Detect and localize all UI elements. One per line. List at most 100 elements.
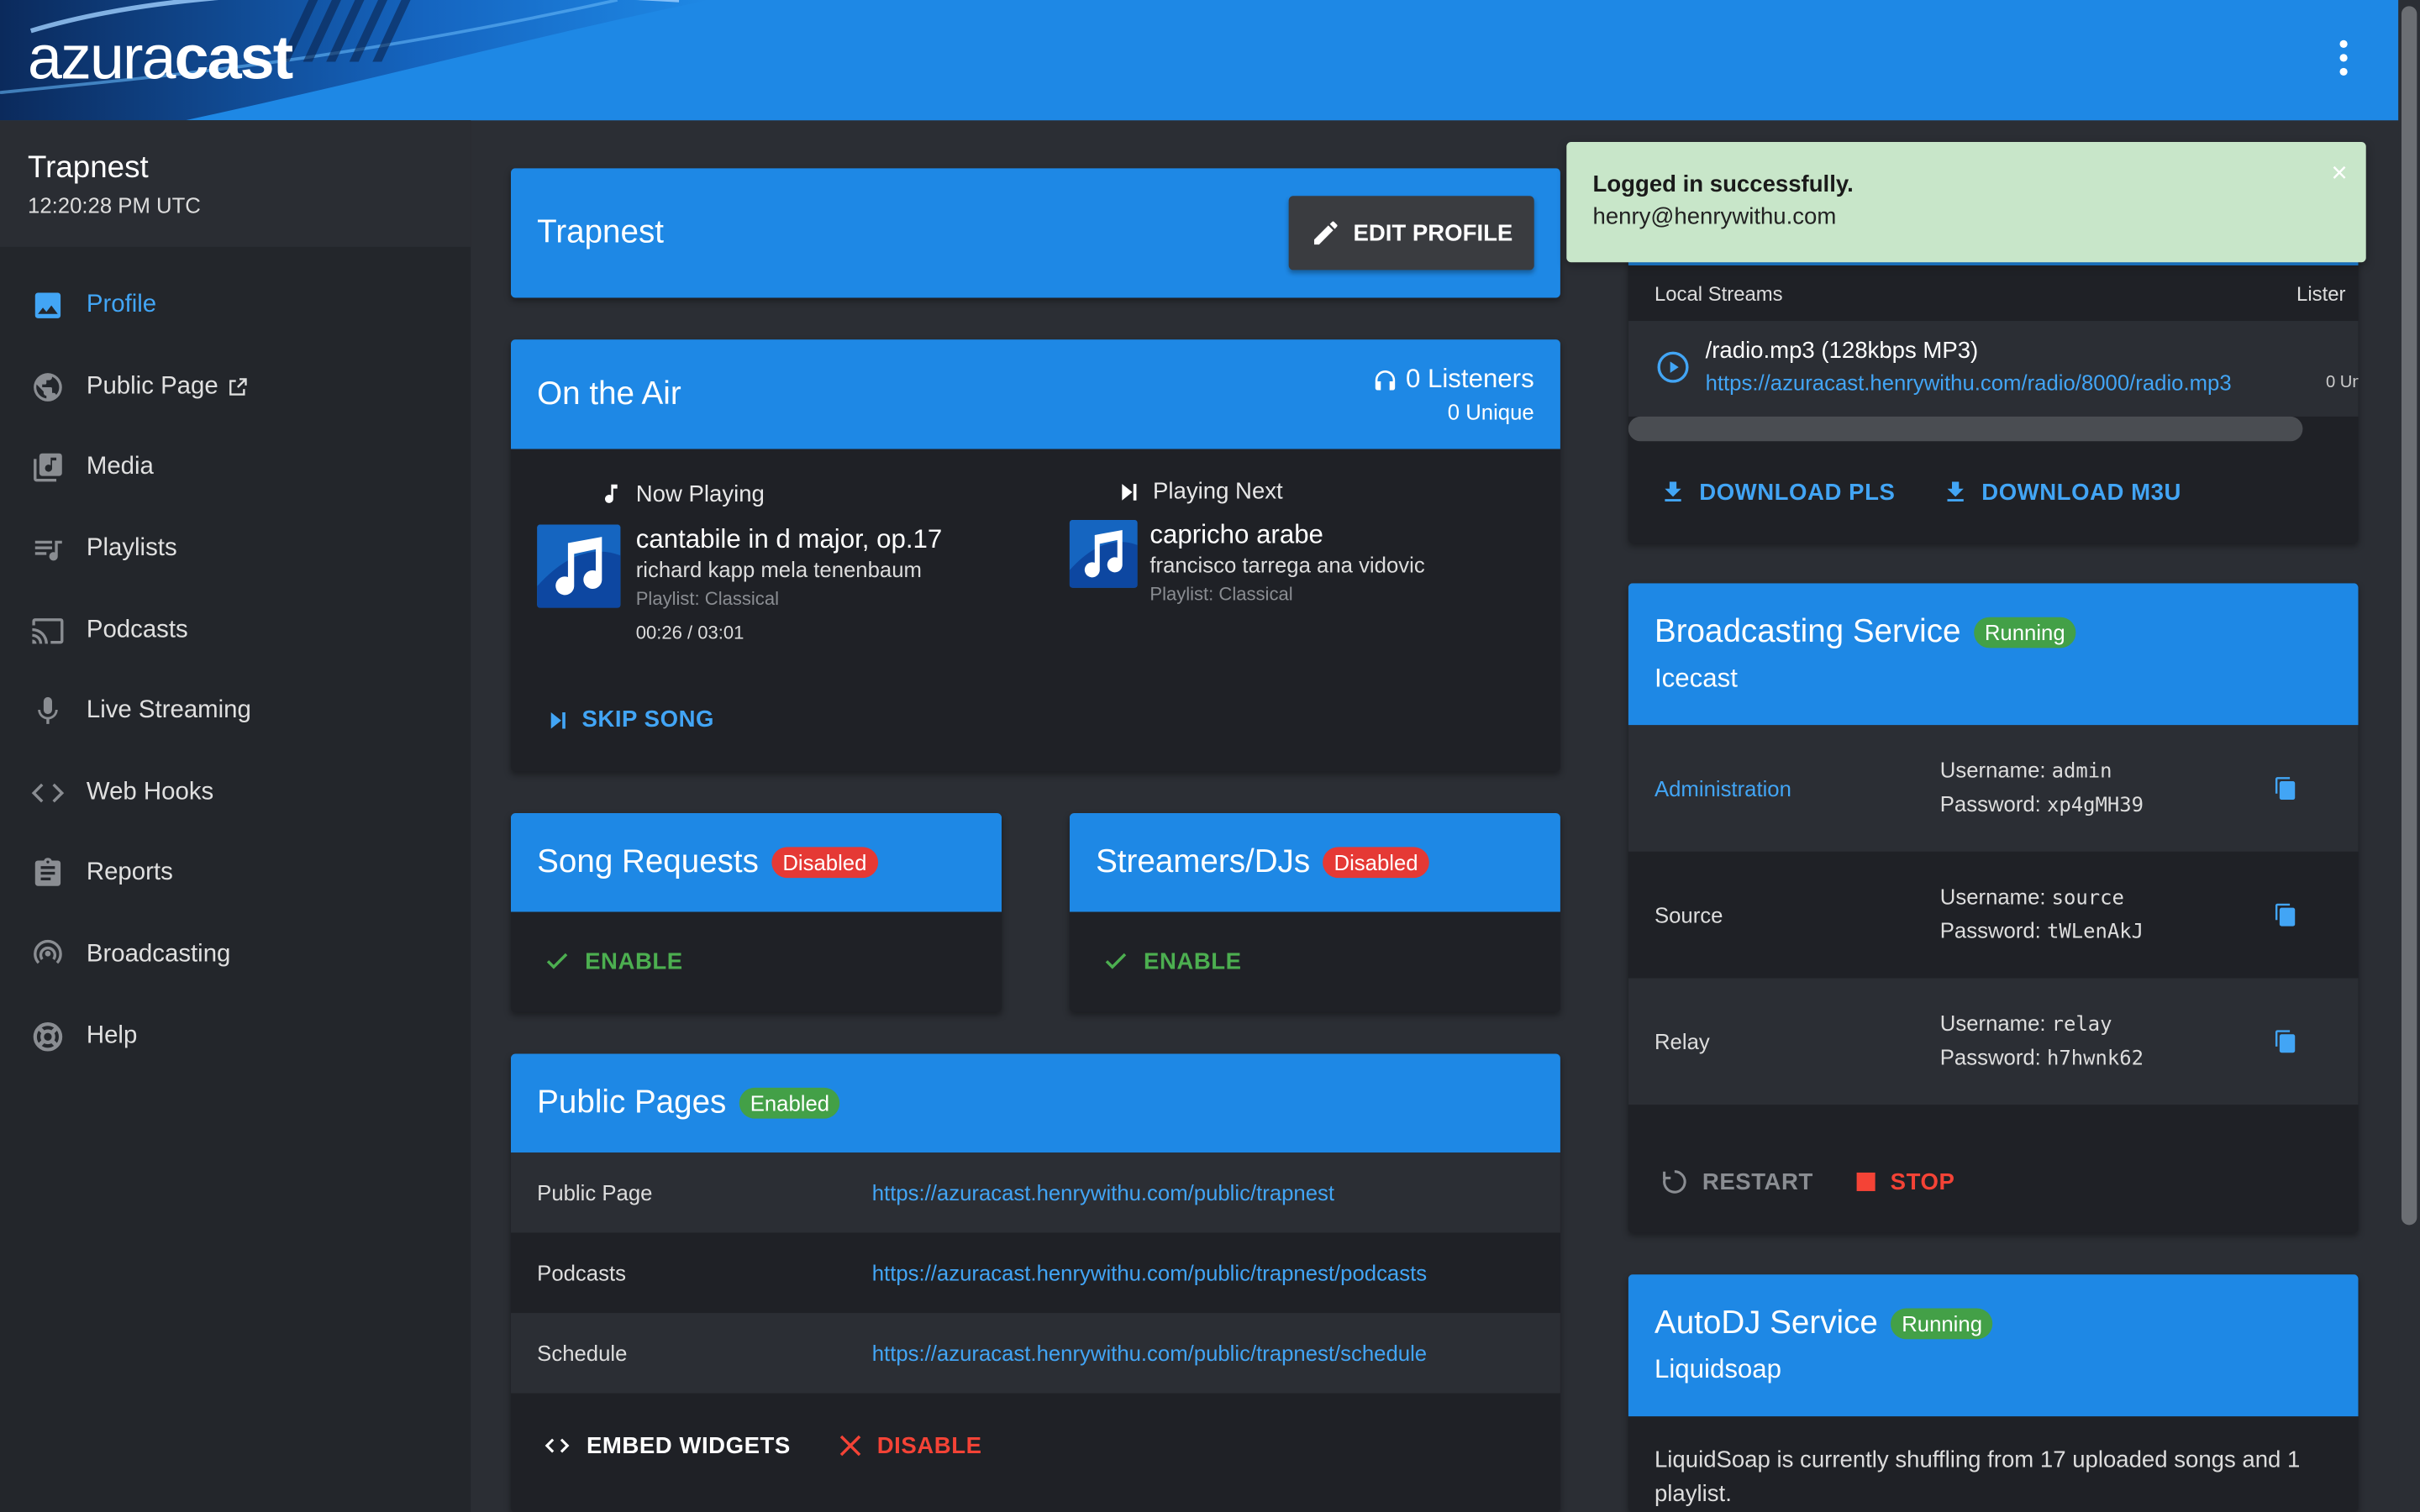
sidebar-item-label: Podcasts (86, 617, 188, 643)
download-icon (1947, 481, 1964, 501)
sidebar-item-label: Help (86, 1022, 138, 1049)
source-username: source (2051, 887, 2124, 911)
music-library-icon (31, 451, 65, 485)
microphone-icon (31, 695, 65, 728)
stream-horizontal-scrollbar[interactable] (1628, 416, 2303, 442)
azuracast-logo[interactable]: azuracast (28, 24, 294, 94)
sidebar-item-live-streaming[interactable]: Live Streaming (0, 671, 471, 753)
sidebar-item-web-hooks[interactable]: Web Hooks (0, 753, 471, 834)
embed-widgets-button[interactable]: EMBED WIDGETS (540, 1431, 791, 1459)
page-scrollbar[interactable] (2398, 0, 2420, 1512)
enable-streamers-button[interactable]: ENABLE (1101, 948, 1242, 975)
sidebar-item-label: Profile (86, 291, 157, 318)
row-label: Public Page (537, 1180, 653, 1205)
headphones-icon (1375, 370, 1395, 390)
edit-profile-button[interactable]: EDIT PROFILE (1288, 196, 1534, 270)
download-pls-button[interactable]: DOWNLOAD PLS (1659, 477, 1895, 508)
restart-button[interactable]: RESTART (1659, 1167, 1812, 1198)
listeners-count: 0 Listeners (1405, 364, 1534, 394)
logo-text-light: azura (28, 24, 176, 93)
autodj-service-card: AutoDJ Service Running Liquidsoap Liquid… (1628, 1274, 2359, 1512)
sidebar-item-media[interactable]: Media (0, 428, 471, 509)
sidebar: Trapnest 12:20:28 PM UTC Profile Public … (0, 120, 471, 1512)
podcasts-link[interactable]: https://azuracast.henrywithu.com/public/… (872, 1261, 1427, 1285)
credential-row-relay: Relay Username: relay Password: h7hwnk62 (1628, 978, 2359, 1105)
autodj-title: AutoDJ Service (1654, 1305, 1878, 1341)
password-label: Password: (1939, 1044, 2041, 1069)
podcasts-row: Podcasts https://azuracast.henrywithu.co… (510, 1232, 1560, 1314)
sidebar-item-broadcasting[interactable]: Broadcasting (0, 915, 471, 996)
broadcasting-title: Broadcasting Service (1654, 614, 1961, 650)
credential-row-administration: Administration Username: admin Password:… (1628, 725, 2359, 852)
stream-url-link[interactable]: https://azuracast.henrywithu.com/radio/8… (1706, 370, 2232, 395)
source-label: Source (1654, 902, 1723, 927)
sidebar-item-profile[interactable]: Profile (0, 265, 471, 347)
relay-password: h7hwnk62 (2046, 1047, 2144, 1071)
restart-label: RESTART (1702, 1168, 1813, 1195)
enable-label: ENABLE (585, 948, 683, 974)
check-icon (546, 953, 568, 969)
cast-icon (31, 613, 65, 647)
streams-card: Local Streams Lister /radio.mp3 (128kbps… (1628, 231, 2359, 543)
sidebar-item-public-page[interactable]: Public Page (0, 347, 471, 428)
download-m3u-button[interactable]: DOWNLOAD M3U (1941, 477, 2181, 508)
row-label: Podcasts (537, 1260, 626, 1285)
sidebar-item-reports[interactable]: Reports (0, 833, 471, 915)
on-the-air-card: On the Air 0 Listeners 0 Unique Now Play… (510, 339, 1560, 772)
scrollbar-thumb[interactable] (2401, 6, 2417, 1226)
sidebar-item-help[interactable]: Help (0, 995, 471, 1077)
copy-icon[interactable] (2274, 902, 2298, 927)
external-link-icon (229, 377, 248, 396)
song-requests-title: Song Requests (537, 843, 759, 879)
close-icon[interactable]: × (2331, 157, 2347, 190)
status-badge: Enabled (739, 1087, 840, 1119)
status-badge: Disabled (771, 846, 878, 878)
stream-row: /radio.mp3 (128kbps MP3) https://azuraca… (1628, 321, 2359, 417)
schedule-link[interactable]: https://azuracast.henrywithu.com/public/… (872, 1341, 1427, 1365)
now-playing-section: Now Playing cantabile in d major, op.17 … (537, 478, 1031, 643)
image-icon (31, 289, 65, 323)
password-label: Password: (1939, 791, 2041, 816)
skip-song-label: SKIP SONG (581, 706, 715, 733)
restart-icon (1663, 1170, 1686, 1194)
skip-song-button[interactable]: SKIP SONG (544, 706, 714, 732)
playing-next-title: capricho arabe (1150, 519, 1323, 549)
sidebar-item-label: Public Page (86, 373, 218, 400)
sidebar-item-podcasts[interactable]: Podcasts (0, 590, 471, 671)
copy-icon[interactable] (2274, 1029, 2298, 1053)
sidebar-item-label: Web Hooks (86, 779, 214, 806)
public-pages-card: Public Pages Enabled Public Page https:/… (510, 1053, 1560, 1512)
logo-text-bold: cast (174, 24, 294, 93)
pencil-icon (1313, 221, 1338, 245)
skip-next-icon (1122, 483, 1137, 500)
copy-icon[interactable] (2274, 776, 2298, 801)
now-playing-playlist: Playlist: Classical (635, 587, 780, 610)
skip-next-icon (550, 711, 566, 728)
disable-public-pages-button[interactable]: DISABLE (837, 1431, 982, 1459)
enable-song-requests-button[interactable]: ENABLE (542, 948, 683, 975)
sidebar-item-label: Broadcasting (86, 941, 231, 968)
administration-link[interactable]: Administration (1655, 776, 1940, 801)
listeners-header: Lister (2296, 281, 2346, 305)
download-icon (1665, 481, 1681, 501)
playing-next-label: Playing Next (1153, 478, 1283, 505)
status-badge: Running (1891, 1308, 1993, 1339)
station-name: Trapnest (28, 151, 149, 186)
stream-name: /radio.mp3 (128kbps MP3) (1705, 338, 1979, 365)
status-badge: Disabled (1323, 846, 1429, 878)
download-pls-label: DOWNLOAD PLS (1699, 479, 1896, 506)
album-art (537, 524, 621, 608)
playing-next-playlist: Playlist: Classical (1150, 583, 1293, 605)
now-playing-title: cantabile in d major, op.17 (635, 524, 943, 554)
on-the-air-title: On the Air (537, 376, 681, 412)
stop-button[interactable]: STOP (1854, 1167, 1955, 1198)
embed-widgets-label: EMBED WIDGETS (586, 1432, 791, 1459)
play-circle-icon[interactable] (1656, 350, 1690, 384)
public-page-link[interactable]: https://azuracast.henrywithu.com/public/… (872, 1180, 1334, 1205)
more-menu-icon[interactable] (2328, 39, 2359, 83)
row-label: Schedule (537, 1341, 628, 1366)
username-label: Username: (1939, 1011, 2046, 1036)
username-label: Username: (1939, 757, 2046, 783)
sidebar-item-playlists[interactable]: Playlists (0, 509, 471, 591)
autodj-subtitle: Liquidsoap (1654, 1354, 1782, 1384)
